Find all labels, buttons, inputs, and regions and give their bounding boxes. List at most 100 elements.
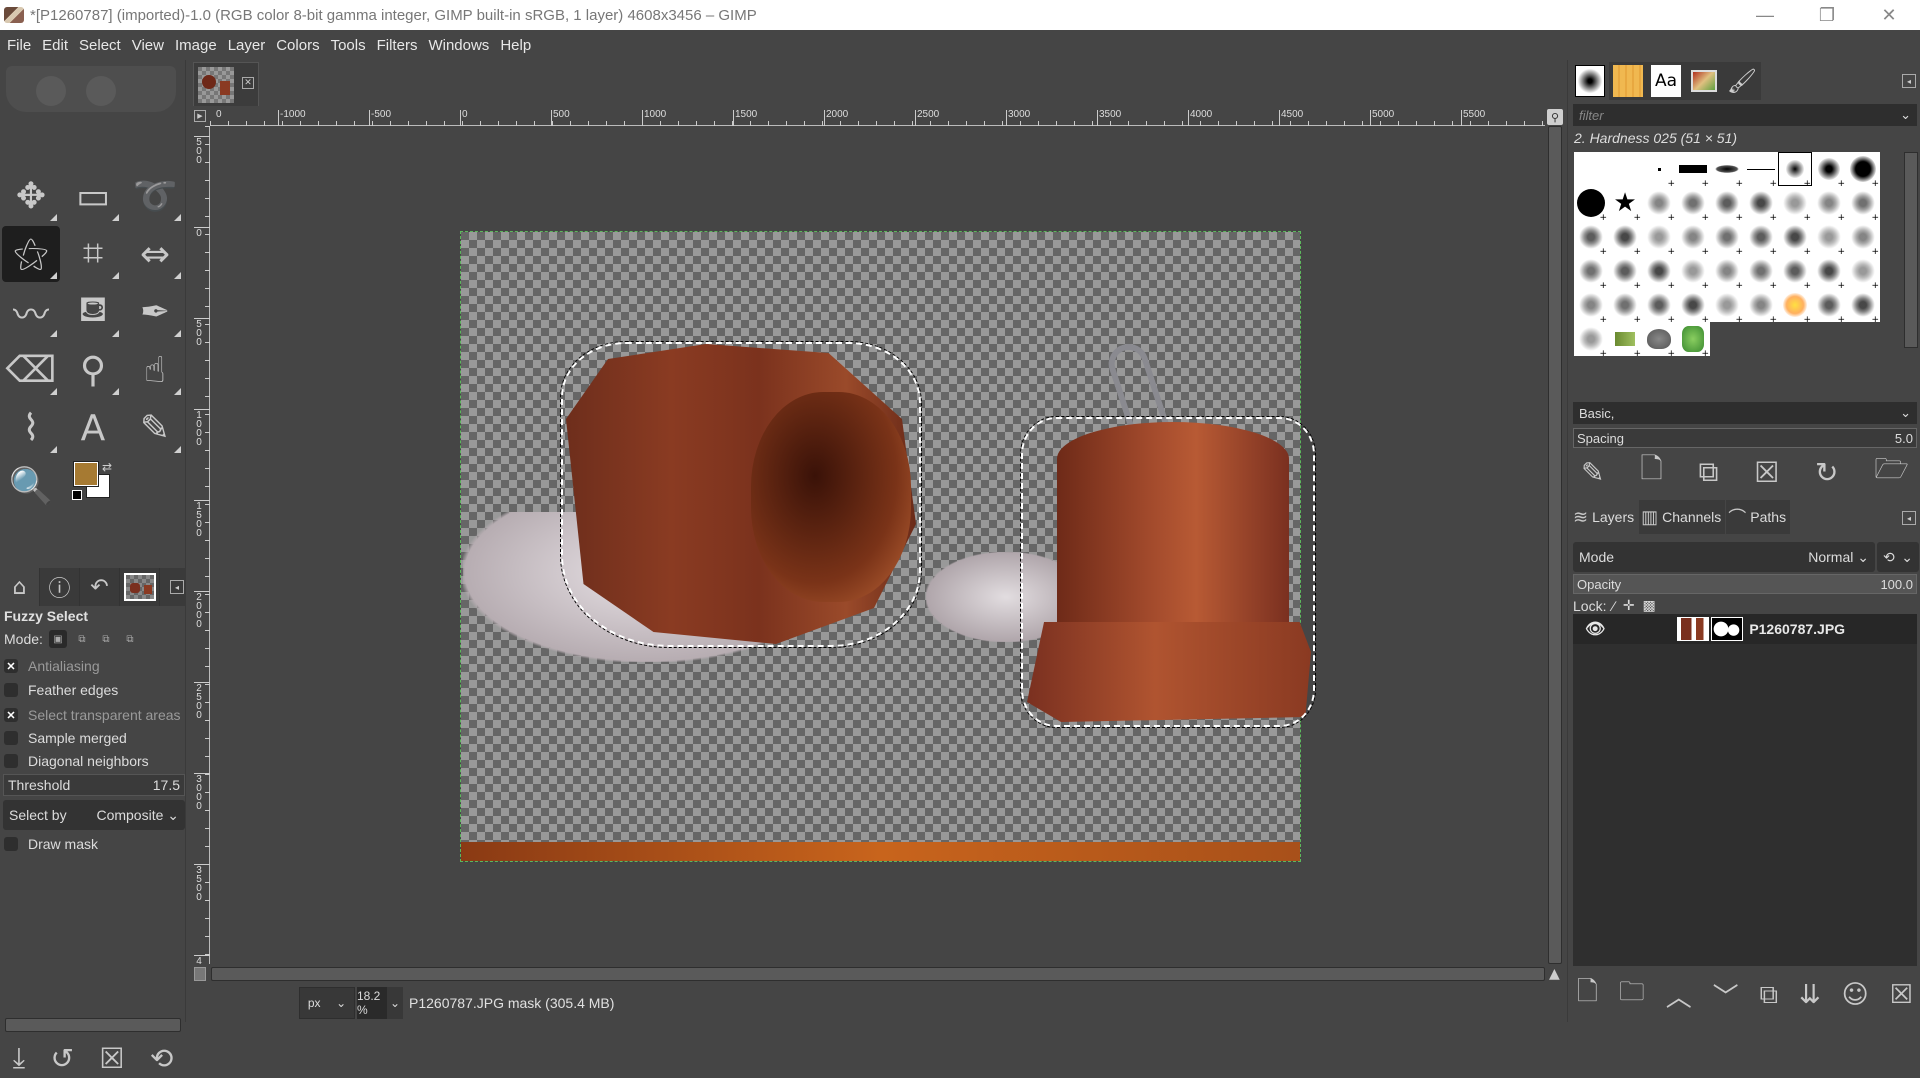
composite-mode-combo[interactable]: ⟲ ⌄: [1877, 542, 1919, 572]
wilber-drop-area[interactable]: [6, 66, 176, 112]
free-select-tool[interactable]: ➰: [126, 168, 184, 224]
checkbox-unchecked[interactable]: [4, 754, 18, 768]
opacity-slider[interactable]: Opacity 100.0: [1573, 574, 1917, 594]
navigate-icon[interactable]: ▲: [1549, 966, 1560, 982]
layer-mode-combo[interactable]: Mode Normal ⌄: [1573, 542, 1875, 572]
smudge-tool[interactable]: ☝: [126, 342, 184, 398]
color-picker-tool[interactable]: ✎: [126, 400, 184, 456]
brush-item[interactable]: [1574, 152, 1608, 186]
open-brush-as-image-icon[interactable]: 🗁: [1874, 448, 1909, 496]
image-tab[interactable]: ✕: [193, 62, 259, 106]
tab-fonts[interactable]: Aa: [1647, 62, 1685, 100]
brush-item[interactable]: +: [1710, 254, 1744, 291]
tab-paths[interactable]: ⌒ Paths: [1726, 500, 1791, 534]
duplicate-brush-icon[interactable]: ⧉: [1698, 455, 1718, 489]
brush-scrollbar[interactable]: [1904, 152, 1918, 348]
menu-filters[interactable]: Filters: [377, 37, 418, 54]
brush-item[interactable]: +: [1812, 186, 1846, 223]
brush-item[interactable]: +: [1744, 254, 1778, 291]
select-transparent-checkbox[interactable]: ✕ Select transparent areas: [4, 707, 181, 723]
raise-layer-icon[interactable]: ︿: [1666, 977, 1692, 1014]
mode-intersect-icon[interactable]: ⧉: [121, 630, 139, 648]
brush-item[interactable]: +: [1642, 254, 1676, 291]
configure-tab-icon[interactable]: ◂: [1902, 511, 1916, 525]
merge-layer-icon[interactable]: ⇊: [1799, 980, 1821, 1010]
mode-add-icon[interactable]: ⧉: [73, 630, 91, 648]
brush-item[interactable]: +: [1574, 220, 1608, 257]
lower-layer-icon[interactable]: ﹀: [1713, 977, 1739, 1014]
toolbox-scrollbar[interactable]: [5, 1018, 181, 1032]
select-by-combo[interactable]: Select by Composite ⌄: [3, 800, 185, 830]
brush-item[interactable]: +: [1812, 254, 1846, 291]
menu-edit[interactable]: Edit: [42, 37, 68, 54]
layers-list[interactable]: 👁 P1260787.JPG: [1573, 614, 1917, 966]
lock-alpha-icon[interactable]: ▩: [1643, 597, 1656, 614]
brush-item[interactable]: +: [1608, 322, 1642, 359]
brush-item[interactable]: +: [1642, 322, 1676, 359]
brush-item[interactable]: +: [1676, 152, 1710, 189]
brush-item[interactable]: +: [1812, 288, 1846, 325]
spacing-slider[interactable]: Spacing 5.0: [1573, 428, 1917, 448]
vertical-scrollbar[interactable]: [1548, 126, 1562, 964]
layer-thumbnail[interactable]: [1677, 617, 1710, 641]
tab-layers[interactable]: ≋ Layers: [1571, 500, 1639, 534]
tab-channels[interactable]: ▥ Channels: [1639, 500, 1726, 534]
threshold-slider[interactable]: Threshold 17.5: [3, 774, 185, 796]
layer-mask-thumbnail[interactable]: [1711, 617, 1744, 641]
mode-replace-icon[interactable]: ▣: [48, 630, 67, 648]
brush-item[interactable]: +: [1574, 322, 1608, 359]
edit-brush-icon[interactable]: ✎: [1581, 456, 1604, 489]
brush-item[interactable]: +: [1574, 186, 1608, 223]
new-layer-icon[interactable]: 🗋: [1577, 973, 1598, 1017]
move-tool[interactable]: ✥: [2, 168, 60, 224]
brush-item[interactable]: +: [1676, 254, 1710, 291]
menu-file[interactable]: File: [7, 37, 31, 54]
delete-options-icon[interactable]: ☒: [99, 1042, 124, 1075]
canvas-area[interactable]: [211, 127, 1545, 964]
refresh-brushes-icon[interactable]: ↻: [1815, 456, 1838, 489]
text-tool[interactable]: A: [64, 400, 122, 456]
delete-brush-icon[interactable]: ☒: [1754, 456, 1779, 489]
brush-item[interactable]: +: [1744, 288, 1778, 325]
crop-tool[interactable]: ⌗: [64, 226, 122, 282]
tab-document-history[interactable]: [1685, 62, 1723, 100]
lock-pixels-icon[interactable]: ∕: [1612, 598, 1614, 614]
brush-item[interactable]: +: [1710, 186, 1744, 223]
delete-layer-icon[interactable]: ☒: [1890, 980, 1913, 1010]
brush-item[interactable]: +: [1812, 220, 1846, 257]
eraser-tool[interactable]: ⌫: [2, 342, 60, 398]
configure-tab-icon[interactable]: ◂: [170, 580, 184, 594]
swap-colors-icon[interactable]: ⇄: [102, 460, 112, 474]
brush-item[interactable]: +: [1744, 220, 1778, 257]
feather-edges-checkbox[interactable]: Feather edges: [4, 682, 118, 698]
brush-item[interactable]: +: [1778, 254, 1812, 291]
brush-filter-input[interactable]: filter ⌄: [1573, 104, 1917, 126]
brush-item[interactable]: +: [1642, 288, 1676, 325]
horizontal-scrollbar[interactable]: [211, 967, 1545, 981]
layer-name[interactable]: P1260787.JPG: [1749, 621, 1845, 637]
quick-mask-toggle[interactable]: [194, 967, 206, 981]
new-brush-icon[interactable]: 🗋: [1640, 448, 1663, 496]
diagonal-neighbors-checkbox[interactable]: Diagonal neighbors: [4, 753, 149, 769]
tab-device-status[interactable]: ⓘ: [40, 568, 80, 606]
zoom-tool[interactable]: 🔍: [2, 458, 60, 514]
brush-item[interactable]: +: [1812, 152, 1846, 189]
unit-selector[interactable]: px ⌄: [299, 987, 355, 1019]
tab-brushes[interactable]: [1571, 62, 1609, 100]
bucket-fill-tool[interactable]: ⛾: [64, 284, 122, 340]
close-image-tab-icon[interactable]: ✕: [242, 77, 254, 89]
foreground-color-swatch[interactable]: [73, 461, 99, 487]
brush-item[interactable]: +: [1642, 186, 1676, 223]
rect-select-tool[interactable]: ▭: [64, 168, 122, 224]
menu-colors[interactable]: Colors: [276, 37, 319, 54]
checkbox-checked[interactable]: ✕: [4, 659, 18, 673]
brush-item[interactable]: +: [1710, 220, 1744, 257]
tab-tool-options[interactable]: ⌂: [0, 568, 40, 606]
brush-item[interactable]: +: [1574, 254, 1608, 291]
brush-tag-combo[interactable]: Basic, ⌄: [1573, 402, 1917, 424]
clone-tool[interactable]: ⚲: [64, 342, 122, 398]
brush-item[interactable]: +: [1710, 152, 1744, 189]
horizontal-ruler[interactable]: 0 -1000 -500 0 500 1000 1500 2000 2500 3000 3500 40…: [210, 108, 1545, 126]
flip-tool[interactable]: ⇔: [126, 226, 184, 282]
save-options-icon[interactable]: ⤓: [13, 1041, 25, 1075]
